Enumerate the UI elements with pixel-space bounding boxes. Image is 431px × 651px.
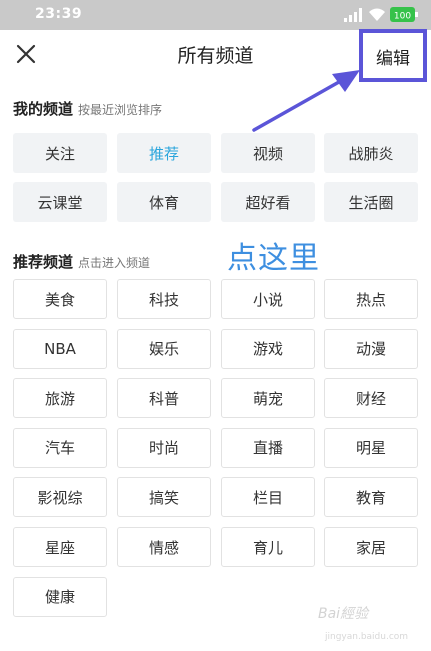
signal-icon: [344, 8, 362, 22]
my-channel-chip[interactable]: 推荐: [117, 133, 211, 173]
my-channel-chip[interactable]: 战肺炎: [324, 133, 418, 173]
rec-channel-chip[interactable]: 时尚: [117, 427, 211, 468]
rec-channel-chip[interactable]: 科普: [117, 378, 211, 419]
rec-channel-chip[interactable]: 教育: [324, 477, 418, 518]
rec-channel-chip[interactable]: 萌宠: [221, 378, 315, 419]
my-channels-title: 我的频道 按最近浏览排序: [13, 98, 162, 119]
my-channel-chip[interactable]: 云课堂: [13, 182, 107, 222]
rec-channel-chip[interactable]: 热点: [324, 279, 418, 319]
rec-channel-chip[interactable]: 育儿: [221, 527, 315, 567]
rec-channel-chip[interactable]: 栏目: [221, 477, 315, 518]
rec-channels-hint: 点击进入频道: [78, 256, 151, 270]
my-channels-hint: 按最近浏览排序: [78, 103, 163, 117]
my-channel-chip[interactable]: 关注: [13, 133, 107, 173]
rec-channel-chip[interactable]: 旅游: [13, 378, 107, 419]
rec-channel-chip[interactable]: 游戏: [221, 328, 315, 369]
rec-channel-chip[interactable]: 财经: [324, 378, 418, 419]
rec-channel-chip[interactable]: 搞笑: [117, 477, 211, 518]
rec-channel-chip[interactable]: 科技: [117, 279, 211, 319]
rec-channel-chip[interactable]: 娱乐: [117, 328, 211, 369]
edit-button[interactable]: 编辑: [359, 29, 427, 82]
rec-channel-chip[interactable]: 直播: [221, 427, 315, 468]
my-channels-heading: 我的频道: [13, 100, 74, 118]
rec-channel-chip[interactable]: 星座: [13, 527, 107, 567]
status-time: 23:39: [35, 6, 83, 22]
edit-label: 编辑: [376, 49, 410, 69]
battery-level: 100: [394, 12, 411, 22]
rec-channel-chip[interactable]: 明星: [324, 427, 418, 468]
watermark-url: jingyan.baidu.com: [325, 632, 409, 642]
battery-icon: 100: [390, 7, 418, 22]
my-channel-chip[interactable]: 超好看: [221, 182, 315, 222]
wifi-icon: [369, 8, 385, 21]
rec-channel-chip[interactable]: 小说: [221, 279, 315, 319]
rec-channel-chip[interactable]: 美食: [13, 279, 107, 319]
rec-channel-chip[interactable]: NBA: [13, 328, 107, 369]
rec-channel-chip[interactable]: 影视综: [13, 477, 107, 518]
rec-channel-chip[interactable]: 家居: [324, 527, 418, 567]
rec-channel-chip[interactable]: 汽车: [13, 427, 107, 468]
rec-channels-title: 推荐频道 点击进入频道: [13, 251, 150, 272]
annotation-text: 点这里: [227, 241, 320, 276]
status-bar: 23:39 100: [0, 0, 431, 30]
my-channel-chip[interactable]: 生活圈: [324, 182, 418, 222]
my-channel-chip[interactable]: 视频: [221, 133, 315, 173]
rec-channel-chip[interactable]: 情感: [117, 527, 211, 567]
rec-channel-chip[interactable]: 动漫: [324, 328, 418, 369]
my-channel-chip[interactable]: 体育: [117, 182, 211, 222]
rec-channel-chip[interactable]: 健康: [13, 576, 107, 617]
rec-channels-heading: 推荐频道: [13, 253, 74, 271]
watermark: Bai經验: [318, 606, 369, 622]
